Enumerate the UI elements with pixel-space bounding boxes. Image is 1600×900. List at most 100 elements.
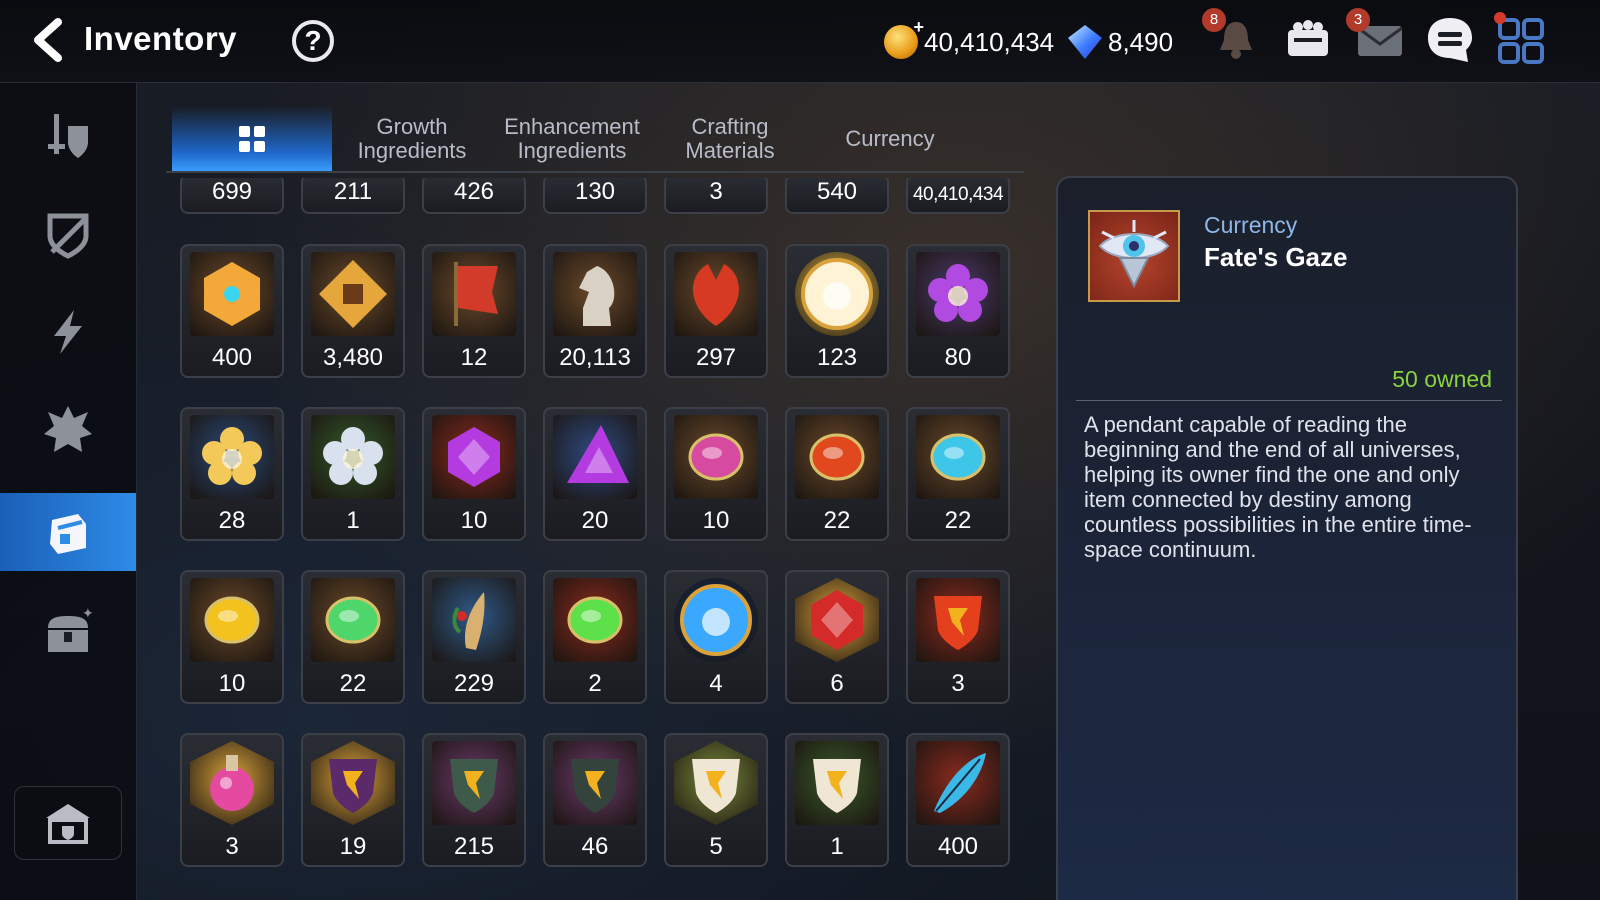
item-slot[interactable]: 20,113 (543, 244, 647, 378)
item-quantity: 4 (709, 670, 723, 697)
item-slot[interactable]: 3 (906, 570, 1010, 704)
gold-counter[interactable]: + 40,410,434 (884, 17, 1054, 62)
sidebar-item-inventory[interactable] (0, 493, 136, 571)
item-description: A pendant capable of reading the beginni… (1084, 412, 1472, 562)
tab-enhancement-ingredients[interactable]: Enhancement Ingredients (492, 106, 652, 172)
item-slot[interactable]: 19 (301, 733, 405, 867)
item-quantity: 5 (709, 833, 723, 860)
item-slot[interactable]: 426 (422, 178, 526, 214)
chat-button[interactable] (1424, 14, 1476, 66)
item-slot[interactable]: 12 (422, 244, 526, 378)
red-star-crystal-icon (795, 578, 879, 662)
owned-count: 50 owned (1392, 366, 1492, 392)
item-slot[interactable]: 1 (301, 407, 405, 541)
tab-growth-ingredients[interactable]: Growth Ingredients (332, 106, 492, 172)
inventory-bag-icon (50, 514, 86, 554)
item-quantity: 699 (211, 178, 253, 205)
item-slot[interactable]: 297 (664, 244, 768, 378)
category-tabs: Growth Ingredients Enhancement Ingredien… (172, 106, 1024, 172)
help-button[interactable]: ? (292, 20, 334, 62)
item-slot[interactable]: 22 (906, 407, 1010, 541)
item-name: Fate's Gaze (1204, 242, 1348, 272)
item-slot[interactable]: 80 (906, 244, 1010, 378)
green-orb-icon (553, 578, 637, 662)
item-slot[interactable]: 215 (422, 733, 526, 867)
sidebar-item-equipment[interactable] (0, 97, 136, 175)
back-arrow-icon (34, 18, 62, 62)
purple-hex-gem-icon (432, 415, 516, 499)
item-quantity: 10 (460, 507, 488, 534)
item-slot[interactable]: 540 (785, 178, 889, 214)
item-slot[interactable]: 4 (664, 570, 768, 704)
sidebar-item-rune[interactable] (0, 391, 136, 469)
item-slot[interactable]: 699 (180, 178, 284, 214)
item-quantity: 40,410,434 (912, 184, 1004, 205)
item-quantity: 400 (211, 344, 253, 371)
back-button[interactable] (24, 16, 72, 64)
item-quantity: 22 (339, 670, 367, 697)
item-category: Currency (1204, 212, 1298, 238)
item-quantity: 10 (702, 507, 730, 534)
golden-flower-icon (190, 415, 274, 499)
item-slot[interactable]: 400 (906, 733, 1010, 867)
item-quantity: 297 (695, 344, 737, 371)
item-slot[interactable]: 1 (785, 733, 889, 867)
herb-root-icon (432, 578, 516, 662)
sidebar-item-catalyst[interactable] (0, 293, 136, 371)
item-slot[interactable]: 28 (180, 407, 284, 541)
item-slot[interactable]: 3 (180, 733, 284, 867)
notifications-badge: 8 (1202, 8, 1226, 32)
guild-icon (46, 804, 90, 844)
crystal-counter[interactable]: 8,490 (1068, 22, 1173, 62)
top-bar: Inventory ? + 40,410,434 8,490 8 3 (0, 0, 1600, 83)
item-quantity: 12 (460, 344, 488, 371)
item-slot[interactable]: 10 (422, 407, 526, 541)
blue-feather-crystal-icon (916, 741, 1000, 825)
item-slot[interactable]: 46 (543, 733, 647, 867)
mail-button[interactable]: 3 (1346, 8, 1406, 66)
item-slot[interactable]: 10 (180, 570, 284, 704)
item-slot[interactable]: 40,410,434 (906, 178, 1010, 214)
item-slot[interactable]: 3 (664, 178, 768, 214)
community-button[interactable] (1282, 14, 1334, 66)
item-slot[interactable]: 22 (301, 570, 405, 704)
item-quantity: 6 (830, 670, 844, 697)
sidebar-item-chest[interactable]: ✦ (0, 593, 136, 671)
item-quantity: 229 (453, 670, 495, 697)
item-quantity: 20 (581, 507, 609, 534)
gold-coin-icon: + (884, 17, 924, 59)
item-slot[interactable]: 5 (664, 733, 768, 867)
item-quantity: 28 (218, 507, 246, 534)
item-slot[interactable]: 130 (543, 178, 647, 214)
item-slot[interactable]: 229 (422, 570, 526, 704)
tab-crafting-materials[interactable]: Crafting Materials (650, 106, 810, 172)
item-quantity: 540 (816, 178, 858, 205)
item-slot[interactable]: 3,480 (301, 244, 405, 378)
item-quantity: 3,480 (322, 344, 384, 371)
notifications-button[interactable]: 8 (1202, 8, 1262, 66)
item-slot[interactable]: 2 (543, 570, 647, 704)
item-slot[interactable]: 211 (301, 178, 405, 214)
item-quantity: 3 (951, 670, 965, 697)
item-quantity: 130 (574, 178, 616, 205)
purple-triangle-gem-icon (553, 415, 637, 499)
item-slot[interactable]: 123 (785, 244, 889, 378)
fates-gaze-eye-icon (1088, 210, 1180, 302)
item-slot[interactable]: 400 (180, 244, 284, 378)
item-quantity: 3 (709, 178, 723, 205)
guild-button[interactable] (14, 786, 122, 860)
item-slot[interactable]: 20 (543, 407, 647, 541)
item-slot[interactable]: 22 (785, 407, 889, 541)
item-quantity: 426 (453, 178, 495, 205)
silver-flower-icon (311, 415, 395, 499)
yellow-oval-gem-icon (190, 578, 274, 662)
item-slot[interactable]: 6 (785, 570, 889, 704)
tab-all[interactable] (172, 106, 332, 172)
tab-currency[interactable]: Currency (810, 106, 970, 172)
item-quantity: 215 (453, 833, 495, 860)
sidebar-item-artifact[interactable] (0, 195, 136, 273)
item-detail-panel: Currency Fate's Gaze 50 owned A pendant … (1056, 176, 1518, 900)
main-menu-button[interactable] (1494, 12, 1548, 66)
grid-icon (239, 126, 265, 152)
item-slot[interactable]: 10 (664, 407, 768, 541)
